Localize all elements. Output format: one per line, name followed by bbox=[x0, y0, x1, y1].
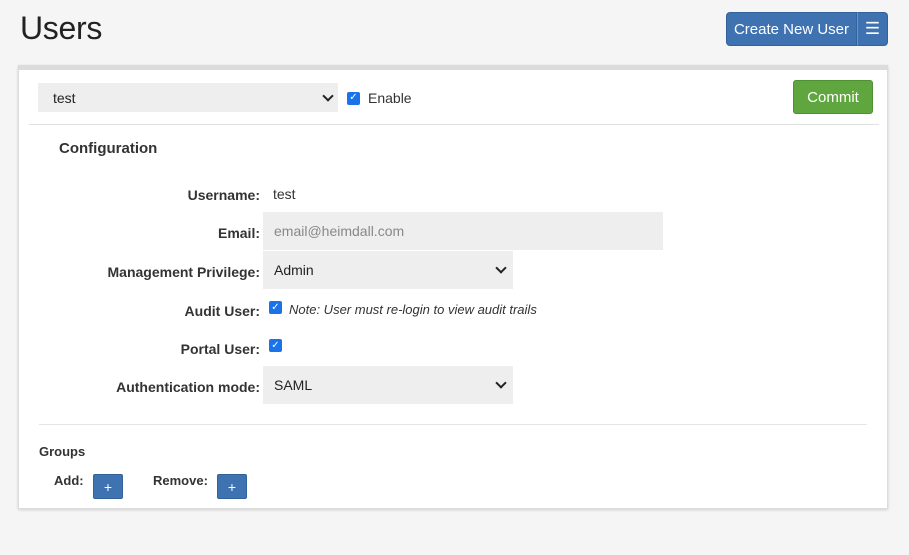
email-label: Email: bbox=[217, 225, 260, 241]
page-title: Users bbox=[20, 10, 103, 46]
username-label: Username: bbox=[187, 187, 260, 203]
commit-button[interactable]: Commit bbox=[793, 80, 873, 114]
authentication-mode-label: Authentication mode: bbox=[116, 379, 260, 395]
groups-heading: Groups bbox=[39, 444, 86, 459]
chevron-down-icon bbox=[495, 262, 507, 274]
management-privilege-select[interactable]: Admin bbox=[263, 251, 513, 289]
configuration-heading: Configuration bbox=[59, 140, 158, 157]
email-placeholder: email@heimdall.com bbox=[274, 223, 405, 239]
divider bbox=[39, 424, 867, 425]
authentication-mode-value: SAML bbox=[274, 377, 313, 393]
user-select-value: test bbox=[53, 89, 76, 106]
divider bbox=[29, 124, 879, 125]
chevron-down-icon bbox=[322, 90, 334, 102]
user-panel: test ✓ Enable Commit Configuration Usern… bbox=[18, 65, 888, 509]
authentication-mode-select[interactable]: SAML bbox=[263, 366, 513, 404]
user-select[interactable]: test bbox=[38, 83, 338, 112]
enable-toggle: ✓ Enable bbox=[347, 90, 412, 106]
management-privilege-label: Management Privilege: bbox=[107, 264, 261, 280]
portal-user-checkbox[interactable]: ✓ bbox=[269, 339, 282, 352]
username-value: test bbox=[273, 186, 296, 202]
audit-user-label: Audit User: bbox=[184, 303, 260, 319]
add-group-button[interactable]: + bbox=[93, 474, 123, 499]
enable-label: Enable bbox=[368, 90, 412, 106]
audit-user-checkbox[interactable]: ✓ bbox=[269, 301, 282, 314]
chevron-down-icon bbox=[495, 377, 507, 389]
menu-toggle-button[interactable]: ☰ bbox=[857, 12, 888, 46]
plus-icon: + bbox=[227, 478, 237, 495]
create-user-button-group: Create New User ☰ bbox=[726, 12, 888, 46]
enable-checkbox[interactable]: ✓ bbox=[347, 91, 360, 105]
remove-group-label: Remove: bbox=[153, 473, 208, 488]
audit-user-note: Note: User must re-login to view audit t… bbox=[289, 302, 537, 317]
portal-user-label: Portal User: bbox=[180, 341, 260, 357]
email-field[interactable]: email@heimdall.com bbox=[263, 212, 663, 250]
management-privilege-value: Admin bbox=[274, 262, 314, 278]
plus-icon: + bbox=[103, 478, 113, 495]
hamburger-menu-icon: ☰ bbox=[864, 19, 881, 38]
add-group-label: Add: bbox=[54, 473, 84, 488]
create-new-user-button[interactable]: Create New User bbox=[726, 12, 857, 46]
remove-group-button[interactable]: + bbox=[217, 474, 247, 499]
